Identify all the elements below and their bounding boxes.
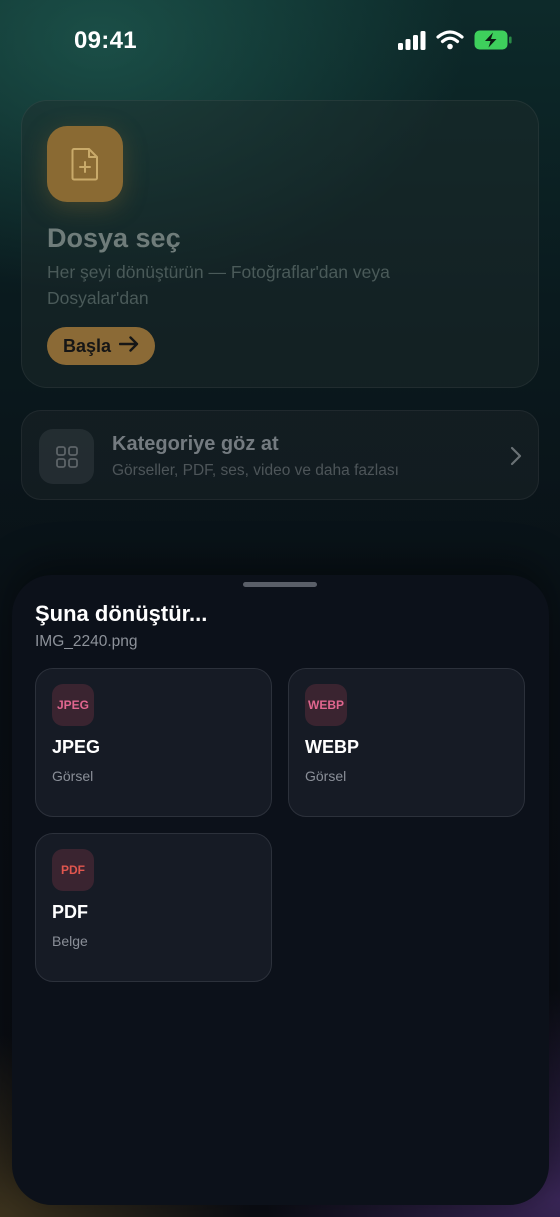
format-option-pdf[interactable]: PDF PDF Belge [35, 833, 272, 982]
format-kind: Belge [52, 933, 88, 949]
sheet-filename: IMG_2240.png [35, 633, 138, 650]
browse-category-subtitle: Görseller, PDF, ses, video ve daha fazla… [112, 462, 399, 479]
format-kind: Görsel [52, 768, 94, 784]
choose-file-card[interactable]: Dosya seç Her şeyi dönüştürün — Fotoğraf… [21, 100, 539, 388]
format-name: PDF [52, 902, 88, 922]
start-button-label: Başla [63, 335, 112, 356]
choose-file-subtitle: Her şeyi dönüştürün — Fotoğraflar'dan ve… [47, 262, 390, 308]
browse-category-title: Kategoriye göz at [112, 433, 279, 455]
sheet-title: Şuna dönüştür... [35, 601, 208, 626]
chevron-right-icon [510, 446, 522, 471]
format-name: JPEG [52, 737, 101, 757]
convert-to-sheet: Şuna dönüştür... IMG_2240.png JPEG JPEG … [12, 575, 549, 1205]
file-plus-icon [47, 126, 123, 202]
choose-file-title: Dosya seç [47, 223, 181, 253]
start-button[interactable]: Başla [47, 327, 156, 365]
jpeg-format-icon: JPEG [52, 684, 94, 726]
browse-category-row[interactable]: Kategoriye göz at Görseller, PDF, ses, v… [21, 410, 539, 500]
webp-format-icon: WEBP [305, 684, 347, 726]
format-name: WEBP [305, 737, 359, 757]
format-option-jpeg[interactable]: JPEG JPEG Görsel [35, 668, 272, 817]
arrow-right-icon [118, 335, 139, 357]
pdf-format-icon: PDF [52, 849, 94, 891]
format-option-webp[interactable]: WEBP WEBP Görsel [288, 668, 525, 817]
main-content: Dosya seç Her şeyi dönüştürün — Fotoğraf… [0, 0, 560, 520]
grid-icon [39, 429, 94, 484]
sheet-grabber[interactable] [243, 582, 317, 587]
format-kind: Görsel [305, 768, 347, 784]
